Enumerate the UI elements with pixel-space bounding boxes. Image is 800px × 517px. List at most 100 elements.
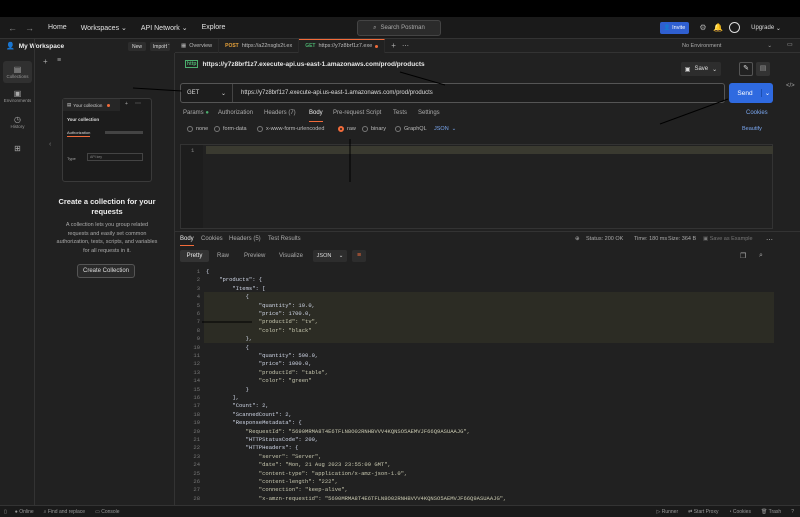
copy-icon[interactable]: ❐ (740, 252, 746, 260)
upgrade-button[interactable]: Upgrade ⌄ (746, 22, 786, 34)
highlighted-line (204, 292, 774, 301)
rail-history[interactable]: ◷ History (3, 111, 32, 133)
tabs-more-icon[interactable]: ⋯ (402, 42, 409, 50)
new-button[interactable]: New (128, 42, 146, 51)
url-input[interactable]: https://y7z8brf1z7.execute-api.us-east-1… (233, 90, 433, 96)
unsaved-dot (375, 44, 379, 48)
tab-params-label: Params (183, 110, 204, 116)
view-preview[interactable]: Preview (244, 253, 265, 259)
preview-auth-tab: Authorization (67, 130, 91, 137)
code-line: "productId": "table", (206, 368, 329, 376)
search-response-icon[interactable]: ⌕ (759, 252, 763, 260)
cookies-link[interactable]: Cookies (746, 110, 768, 116)
nav-workspaces[interactable]: Workspaces ⌄ (81, 24, 127, 32)
code-line: "connection": "keep-alive", (206, 486, 348, 494)
back-arrow-icon[interactable]: ← (8, 23, 17, 33)
tab-settings[interactable]: Settings (418, 110, 440, 116)
preview-tab-icon: ▤ (67, 102, 72, 107)
status-find-replace[interactable]: ⌕ Find and replace (44, 509, 85, 515)
status-runner[interactable]: ▷ Runner (656, 509, 678, 515)
collections-icon: ▤ (13, 65, 22, 74)
rail-apps[interactable]: ⊞ (3, 137, 32, 159)
apps-icon: ⊞ (14, 143, 21, 153)
body-editor[interactable]: 1 (180, 144, 773, 229)
save-button[interactable]: ▣ Save ⌄ (681, 62, 721, 76)
preview-tab: ▤ Your collection (63, 99, 120, 111)
filter-icon[interactable]: ≡ (57, 57, 61, 64)
invite-button[interactable]: 👤 Invite (660, 22, 689, 34)
code-icon[interactable]: </> (786, 83, 795, 89)
nav-home[interactable]: Home (48, 24, 67, 31)
radio-binary (362, 126, 368, 132)
body-raw-option[interactable]: raw (338, 126, 356, 132)
tab-authorization[interactable]: Authorization (218, 110, 253, 116)
view-visualize[interactable]: Visualize (279, 253, 303, 259)
rail-collections[interactable]: ▤ Collections (3, 61, 32, 83)
status-cookies[interactable]: ◔ Cookies (728, 509, 751, 515)
comments-icon[interactable]: ▤ (756, 62, 770, 76)
avatar[interactable] (729, 22, 740, 33)
body-graphql-option[interactable]: GraphQL (395, 126, 427, 132)
body-format-select[interactable]: JSON ⌄ (434, 126, 456, 132)
save-example-button[interactable]: ▣ Save as Example (703, 236, 753, 242)
body-form-data-label: form-data (223, 126, 247, 132)
response-tab-cookies[interactable]: Cookies (201, 236, 223, 242)
body-none-option[interactable]: none (187, 126, 208, 132)
notifications-icon[interactable]: 🔔 (712, 22, 724, 34)
help-icon[interactable]: ? (791, 509, 794, 515)
status-online[interactable]: ● Online (15, 509, 34, 515)
response-body[interactable]: 1 {2 "products": {3 "Items": [4 {5 "quant… (180, 265, 775, 505)
tab-params[interactable]: Params ● (183, 110, 209, 116)
collapse-chevron-icon[interactable]: ‹ (49, 141, 51, 148)
new-tab-icon[interactable]: + (391, 41, 396, 50)
body-binary-option[interactable]: binary (362, 126, 386, 132)
forward-arrow-icon[interactable]: → (25, 23, 34, 33)
sidebar-toggle-icon[interactable]: ▯ (4, 509, 7, 515)
settings-icon[interactable]: ⚙ (697, 22, 709, 34)
body-form-data-option[interactable]: form-data (214, 126, 247, 132)
send-button[interactable]: Send ⌄ (729, 83, 773, 103)
response-more-icon[interactable]: ⋯ (766, 236, 773, 244)
response-tab-body[interactable]: Body (180, 236, 194, 246)
body-format-label: JSON (434, 126, 449, 132)
tab-pre-request-script[interactable]: Pre-request Script (333, 110, 381, 116)
tab-overview[interactable]: ▦ Overview (175, 38, 220, 53)
env-settings-icon[interactable]: ▭ (787, 41, 793, 48)
add-icon[interactable]: + (43, 57, 48, 66)
more-icon[interactable]: ⋯ (163, 39, 173, 53)
send-chevron-icon[interactable]: ⌄ (761, 89, 773, 97)
response-tab-headers[interactable]: Headers (5) (229, 236, 261, 242)
method-select[interactable]: GET ⌄ (181, 84, 233, 102)
tab-headers[interactable]: Headers (7) (264, 110, 296, 116)
code-line: "quantity": 500.0, (206, 352, 319, 359)
view-pretty[interactable]: Pretty (180, 250, 209, 262)
tab-tests[interactable]: Tests (393, 110, 407, 116)
method-label: GET (187, 90, 200, 96)
status-console[interactable]: ▭ Console (95, 509, 119, 515)
tab-post-request[interactable]: POST https://a22nsgls2t.ex (219, 38, 300, 53)
rail-environments[interactable]: ▣ Environments (3, 85, 32, 107)
status-trash[interactable]: 🗑 Trash (761, 509, 781, 515)
edit-icon[interactable]: ✎ (739, 62, 753, 76)
nav-explore[interactable]: Explore (202, 24, 226, 31)
environment-select[interactable]: No Environment ⌄ (678, 41, 776, 51)
response-tab-test-results[interactable]: Test Results (268, 236, 301, 242)
body-urlencoded-option[interactable]: x-www-form-urlencoded (257, 126, 324, 132)
tab-body[interactable]: Body (309, 110, 323, 122)
search-icon: ⌕ (373, 24, 377, 31)
beautify-link[interactable]: Beautify (742, 126, 762, 132)
view-raw[interactable]: Raw (217, 253, 229, 259)
search-input[interactable]: ⌕ Search Postman (357, 20, 441, 36)
create-collection-button[interactable]: Create Collection (77, 264, 135, 278)
globe-icon[interactable]: ⊕ (575, 236, 580, 242)
wrap-lines-icon[interactable]: ≡ (352, 250, 366, 262)
code-line: "ResponseMetadata": { (206, 419, 302, 427)
nav-api-network[interactable]: API Network ⌄ (141, 24, 188, 32)
chevron-down-icon: ⌄ (451, 126, 457, 132)
request-title[interactable]: https://y7z8brf1z7.execute-api.us-east-1… (202, 61, 424, 68)
tab-get-request[interactable]: GET https://y7z8brf1z7.exe (299, 38, 386, 53)
code-line: "x-amzn-requestid": "5690MRMA8T4E6TFLN8O… (206, 494, 507, 502)
status-proxy[interactable]: ⇄ Start Proxy (688, 509, 718, 515)
response-format-select[interactable]: JSON ⌄ (313, 250, 347, 262)
code-line: } (206, 385, 249, 393)
